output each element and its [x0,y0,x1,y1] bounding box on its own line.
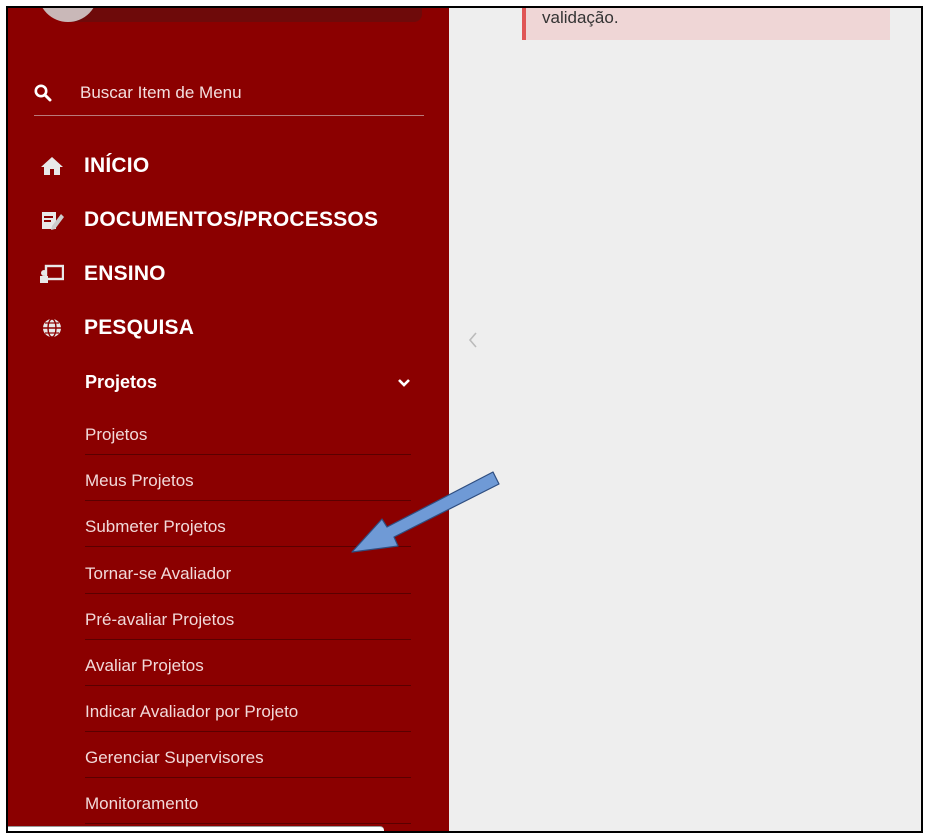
menu-item-label: DOCUMENTOS/PROCESSOS [84,208,379,231]
menu-item-pesquisa[interactable]: PESQUISA [38,316,194,340]
menu-item-label: ENSINO [84,262,166,285]
menu-item-label: INÍCIO [84,154,150,177]
user-profile-header [38,8,422,22]
submenu-item-avaliar-projetos[interactable]: Avaliar Projetos [85,646,411,686]
menu-search-input[interactable]: Buscar Item de Menu [80,83,242,103]
chevron-down-icon [397,372,411,393]
collapse-sidebar-button[interactable] [464,330,482,354]
submenu-item-label: Tornar-se Avaliador [85,563,232,583]
menu-search[interactable]: Buscar Item de Menu [34,70,424,116]
menu-item-documentos-processos[interactable]: DOCUMENTOS/PROCESSOS [38,208,378,232]
submenu-item-label: Pré-avaliar Projetos [85,609,235,629]
globe-icon [38,317,66,339]
submenu-item-meus-projetos[interactable]: Meus Projetos [85,461,411,501]
submenu-projetos-toggle[interactable]: Projetos [85,372,411,393]
menu-item-ensino[interactable]: ENSINO [38,262,166,286]
menu-item-label: PESQUISA [84,316,195,339]
menu-item-inicio[interactable]: INÍCIO [38,154,149,178]
horizontal-scrollbar[interactable] [8,826,384,831]
alert-text: validação. [542,8,619,27]
home-icon [38,155,66,177]
sidebar: Buscar Item de Menu INÍCIO DOCUMENTOS/PR… [8,8,449,831]
submenu-item-label: Monitoramento [85,793,199,813]
submenu-item-tornar-se-avaliador[interactable]: Tornar-se Avaliador [85,554,411,594]
submenu-item-projetos[interactable]: Projetos [85,415,411,455]
submenu-item-monitoramento[interactable]: Monitoramento [85,784,411,824]
submenu-item-indicar-avaliador-por-projeto[interactable]: Indicar Avaliador por Projeto [85,692,411,732]
submenu-item-gerenciar-supervisores[interactable]: Gerenciar Supervisores [85,738,411,778]
submenu-item-label: Indicar Avaliador por Projeto [85,701,299,721]
submenu-item-pre-avaliar-projetos[interactable]: Pré-avaliar Projetos [85,600,411,640]
teaching-board-icon [38,263,66,285]
alert-message: validação. [522,8,890,40]
chevron-left-icon [467,331,479,354]
submenu-item-label: Meus Projetos [85,470,194,490]
screenshot-frame: validação. Buscar Item de Menu INÍCIO DO… [6,6,923,833]
submenu-item-label: Submeter Projetos [85,516,226,536]
submenu-item-label: Projetos [85,424,148,444]
document-edit-icon [38,209,66,231]
submenu-item-label: Avaliar Projetos [85,655,204,675]
submenu-item-submeter-projetos[interactable]: Submeter Projetos [85,507,411,547]
submenu-header-label: Projetos [85,372,158,392]
search-icon [34,84,62,102]
submenu-item-label: Gerenciar Supervisores [85,747,264,767]
